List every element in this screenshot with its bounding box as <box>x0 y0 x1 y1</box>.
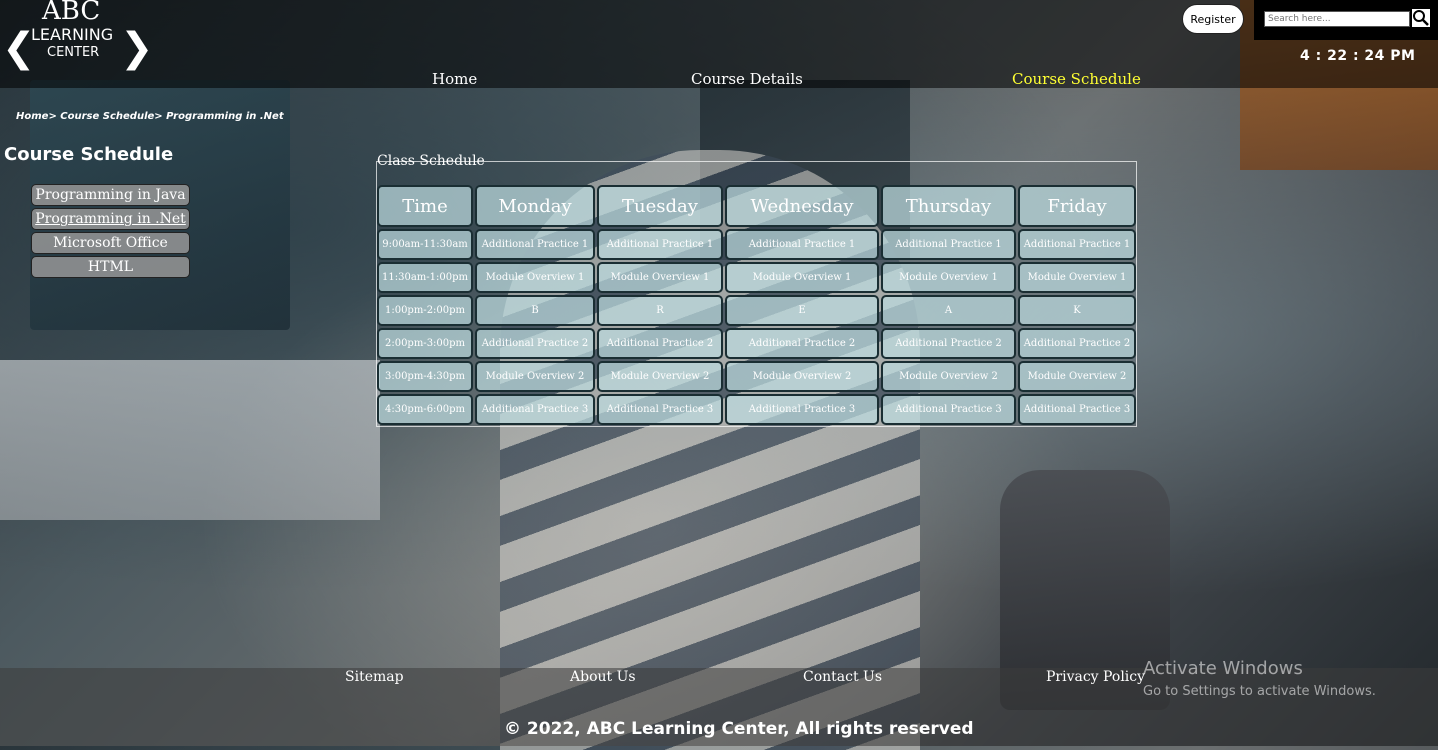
sidebar-item-microsoft-office[interactable]: Microsoft Office <box>31 232 190 254</box>
nav-course-schedule[interactable]: Course Schedule <box>1012 70 1141 88</box>
schedule-cell: Module Overview 1 <box>597 262 723 293</box>
footer-link-sitemap[interactable]: Sitemap <box>345 669 404 685</box>
schedule-cell: Additional Practice 2 <box>725 328 879 359</box>
schedule-cell: Module Overview 2 <box>597 361 723 392</box>
schedule-time-cell: 1:00pm-2:00pm <box>377 295 473 326</box>
footer-link-contact[interactable]: Contact Us <box>803 669 882 685</box>
schedule-cell: Additional Practice 3 <box>475 394 595 425</box>
schedule-cell: Module Overview 2 <box>475 361 595 392</box>
schedule-time-cell: 3:00pm-4:30pm <box>377 361 473 392</box>
breadcrumb[interactable]: Home> Course Schedule> Programming in .N… <box>16 111 284 122</box>
logo-text-center: CENTER <box>47 45 100 60</box>
schedule-cell: Additional Practice 1 <box>597 229 723 260</box>
copyright-text: © 2022, ABC Learning Center, All rights … <box>504 719 974 739</box>
schedule-header-wednesday: Wednesday <box>725 185 879 227</box>
search-bar <box>1254 0 1438 40</box>
schedule-cell: Additional Practice 2 <box>475 328 595 359</box>
schedule-cell: Additional Practice 1 <box>881 229 1016 260</box>
sidebar-item-java[interactable]: Programming in Java <box>31 184 190 206</box>
schedule-cell: Additional Practice 2 <box>881 328 1016 359</box>
schedule-cell: Additional Practice 2 <box>597 328 723 359</box>
search-button[interactable] <box>1412 9 1430 27</box>
schedule-cell: Additional Practice 3 <box>725 394 879 425</box>
logo-text-learning: LEARNING <box>31 25 114 44</box>
sidebar-item-html[interactable]: HTML <box>31 256 190 278</box>
schedule-header-thursday: Thursday <box>881 185 1016 227</box>
schedule-time-cell: 4:30pm-6:00pm <box>377 394 473 425</box>
schedule-cell: Module Overview 1 <box>1018 262 1136 293</box>
schedule-cell: Additional Practice 3 <box>1018 394 1136 425</box>
activate-windows-subtitle: Go to Settings to activate Windows. <box>1143 684 1376 699</box>
schedule-cell: Additional Practice 3 <box>881 394 1016 425</box>
background-desk <box>0 360 380 520</box>
register-button[interactable]: Register <box>1182 4 1244 34</box>
schedule-cell: Additional Practice 3 <box>597 394 723 425</box>
schedule-cell: B <box>475 295 595 326</box>
chevron-right-icon[interactable]: ❯ <box>120 28 154 68</box>
footer-link-about[interactable]: About Us <box>570 669 636 685</box>
schedule-cell: A <box>881 295 1016 326</box>
schedule-cell: E <box>725 295 879 326</box>
schedule-cell: Module Overview 1 <box>725 262 879 293</box>
schedule-cell: Module Overview 2 <box>725 361 879 392</box>
schedule-header-tuesday: Tuesday <box>597 185 723 227</box>
schedule-cell: R <box>597 295 723 326</box>
schedule-cell: Module Overview 2 <box>1018 361 1136 392</box>
search-icon <box>1413 10 1429 26</box>
schedule-cell: K <box>1018 295 1136 326</box>
schedule-time-cell: 11:30am-1:00pm <box>377 262 473 293</box>
sidebar-title: Course Schedule <box>4 144 174 165</box>
schedule-header-monday: Monday <box>475 185 595 227</box>
sidebar-item-dotnet[interactable]: Programming in .Net <box>31 208 190 230</box>
nav-course-details[interactable]: Course Details <box>691 70 803 88</box>
schedule-cell: Module Overview 1 <box>475 262 595 293</box>
schedule-cell: Additional Practice 1 <box>475 229 595 260</box>
search-input[interactable] <box>1264 11 1410 27</box>
schedule-cell: Module Overview 1 <box>881 262 1016 293</box>
schedule-header-time: Time <box>377 185 473 227</box>
schedule-header-friday: Friday <box>1018 185 1136 227</box>
schedule-cell: Additional Practice 1 <box>1018 229 1136 260</box>
clock-display: 4 : 22 : 24 PM <box>1300 48 1416 64</box>
schedule-time-cell: 9:00am-11:30am <box>377 229 473 260</box>
site-logo[interactable]: ❮ ABC LEARNING CENTER ❯ <box>0 0 154 68</box>
schedule-cell: Additional Practice 2 <box>1018 328 1136 359</box>
activate-windows-title: Activate Windows <box>1143 658 1303 679</box>
footer-link-privacy[interactable]: Privacy Policy <box>1046 669 1145 685</box>
schedule-cell: Module Overview 2 <box>881 361 1016 392</box>
nav-home[interactable]: Home <box>432 70 477 88</box>
logo-text-abc: ABC <box>42 0 101 26</box>
schedule-legend: Class Schedule <box>377 153 485 169</box>
schedule-cell: Additional Practice 1 <box>725 229 879 260</box>
schedule-time-cell: 2:00pm-3:00pm <box>377 328 473 359</box>
